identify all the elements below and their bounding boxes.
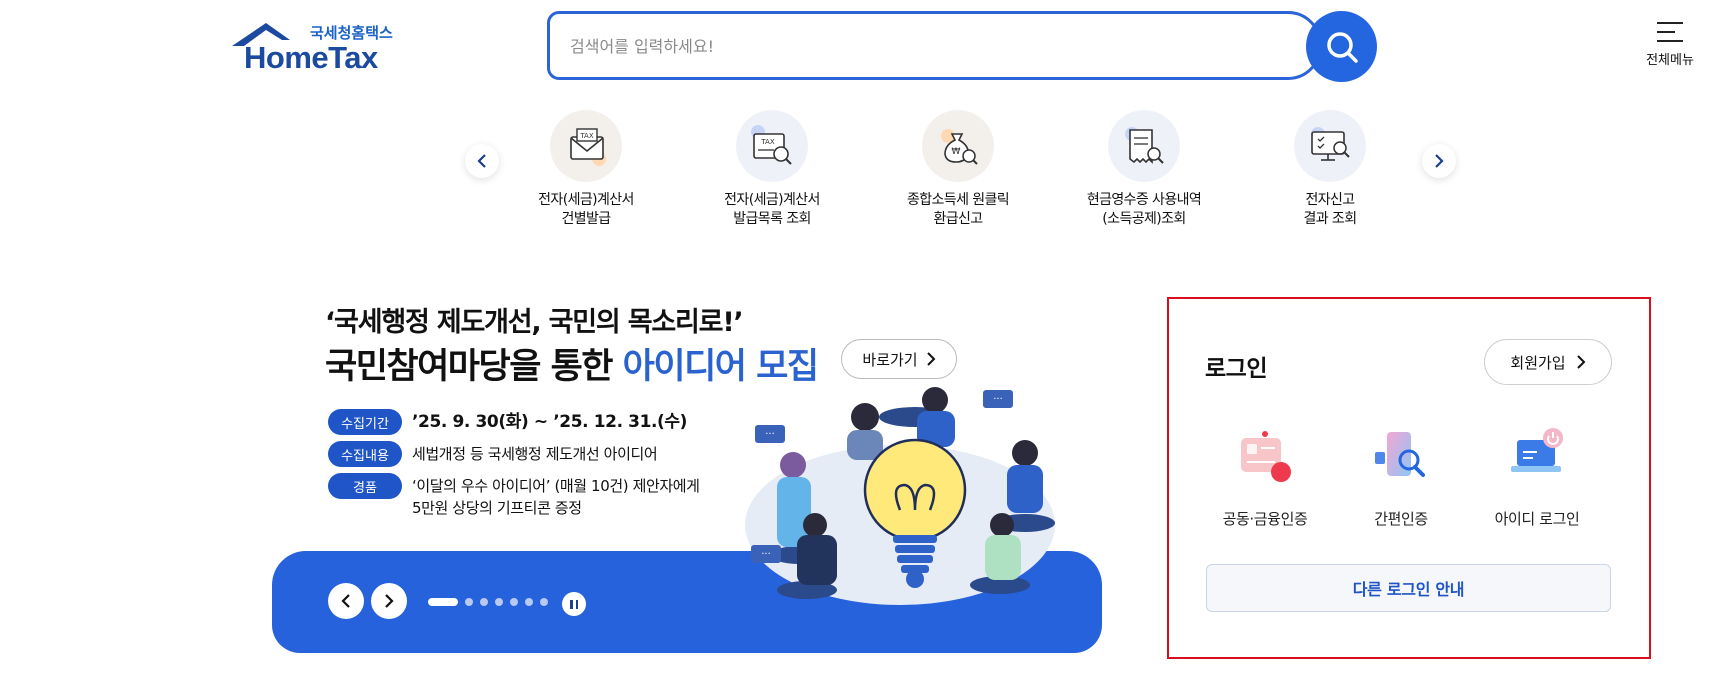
receipt-search-icon bbox=[1108, 110, 1180, 182]
login-option-label: 아이디 로그인 bbox=[1494, 510, 1580, 528]
tax-document-search-icon: TAX bbox=[736, 110, 808, 182]
logo-wordmark: HomeTax bbox=[244, 40, 378, 75]
quick-menu-label: 전자신고 결과 조회 bbox=[1303, 192, 1358, 227]
quick-menu-label: 전자(세금)계산서 발급목록 조회 bbox=[724, 192, 820, 227]
svg-text:···: ··· bbox=[765, 429, 775, 440]
info-tag: 수집기간 bbox=[328, 409, 402, 435]
login-option-label: 공동·금융인증 bbox=[1222, 510, 1308, 528]
signup-button[interactable]: 회원가입 bbox=[1484, 339, 1612, 385]
search-button[interactable] bbox=[1306, 11, 1377, 82]
chevron-right-icon bbox=[385, 594, 394, 608]
pagination-dot[interactable] bbox=[495, 598, 503, 606]
banner-next-button[interactable] bbox=[371, 583, 407, 619]
pagination-dot[interactable] bbox=[465, 598, 473, 606]
certificate-icon bbox=[1241, 431, 1291, 482]
chevron-right-icon bbox=[926, 352, 936, 366]
banner-prev-button[interactable] bbox=[328, 583, 364, 619]
pagination-dot[interactable] bbox=[525, 598, 533, 606]
svg-text:TAX: TAX bbox=[579, 132, 594, 140]
search-icon bbox=[1326, 31, 1358, 63]
tax-envelope-icon: TAX bbox=[550, 110, 622, 182]
money-bag-search-icon: ₩ bbox=[922, 110, 994, 182]
login-option-id[interactable]: 아이디 로그인 bbox=[1472, 426, 1602, 529]
login-option-simple-auth[interactable]: 간편인증 bbox=[1336, 426, 1466, 529]
quick-menu-item[interactable]: TAX 전자(세금)계산서 건별발급 bbox=[511, 110, 661, 229]
quick-menu-item[interactable]: ₩ 종합소득세 원클릭 환급신고 bbox=[883, 110, 1033, 229]
pagination-dot-active[interactable] bbox=[428, 598, 458, 606]
login-title: 로그인 bbox=[1205, 356, 1267, 382]
signup-label: 회원가입 bbox=[1510, 353, 1566, 372]
other-login-guide-button[interactable]: 다른 로그인 안내 bbox=[1206, 564, 1611, 612]
hamburger-icon bbox=[1657, 22, 1683, 42]
banner-shortcut-button[interactable]: 바로가기 bbox=[841, 339, 957, 379]
svg-text:TAX: TAX bbox=[760, 138, 775, 146]
info-tag: 수집내용 bbox=[328, 441, 402, 467]
simple-auth-icon bbox=[1375, 432, 1425, 477]
shortcut-label: 바로가기 bbox=[862, 350, 918, 369]
svg-text:₩: ₩ bbox=[952, 147, 961, 157]
info-value: ’25. 9. 30(화) ~ ’25. 12. 31.(수) bbox=[412, 412, 688, 432]
quick-menu-item[interactable]: 현금영수증 사용내역 (소득공제)조회 bbox=[1069, 110, 1219, 229]
search-input[interactable] bbox=[570, 32, 1210, 60]
info-tag: 경품 bbox=[328, 473, 402, 499]
quick-menu-label: 현금영수증 사용내역 (소득공제)조회 bbox=[1086, 192, 1202, 227]
chevron-right-icon bbox=[1576, 355, 1586, 369]
banner-pagination bbox=[428, 598, 548, 606]
pagination-dot[interactable] bbox=[540, 598, 548, 606]
chevron-right-icon bbox=[1435, 154, 1444, 168]
quick-menu-next-button[interactable] bbox=[1422, 144, 1456, 178]
banner-info-content: 수집내용 세법개정 등 국세행정 제도개선 아이디어 bbox=[328, 441, 658, 467]
svg-text:···: ··· bbox=[761, 549, 771, 560]
quick-menu-item[interactable]: 전자신고 결과 조회 bbox=[1255, 110, 1405, 229]
info-value: ‘이달의 우수 아이디어’ (매월 10건) 제안자에게 5만원 상당의 기프티… bbox=[412, 477, 700, 517]
hometax-logo[interactable]: 국세청홈택스 HomeTax bbox=[230, 20, 400, 76]
banner-info-period: 수집기간 ’25. 9. 30(화) ~ ’25. 12. 31.(수) bbox=[328, 409, 687, 435]
banner-pause-button[interactable] bbox=[562, 592, 586, 616]
login-option-label: 간편인증 bbox=[1374, 510, 1428, 528]
quick-menu-prev-button[interactable] bbox=[465, 144, 499, 178]
banner-info-prize: 경품 ‘이달의 우수 아이디어’ (매월 10건) 제안자에게 5만원 상당의 … bbox=[328, 473, 700, 517]
login-option-certificate[interactable]: 공동·금융인증 bbox=[1200, 426, 1330, 529]
pagination-dot[interactable] bbox=[510, 598, 518, 606]
quick-menu-label: 종합소득세 원클릭 환급신고 bbox=[906, 192, 1010, 227]
chevron-left-icon bbox=[341, 594, 350, 608]
banner-title-prefix: 국민참여마당을 통한 bbox=[325, 347, 623, 387]
quick-menu-item[interactable]: TAX 전자(세금)계산서 발급목록 조회 bbox=[697, 110, 847, 229]
all-menu-button[interactable]: 전체메뉴 bbox=[1630, 20, 1710, 75]
all-menu-label: 전체메뉴 bbox=[1646, 53, 1694, 68]
banner-title-line1: ‘국세행정 제도개선, 국민의 목소리로!’ bbox=[325, 307, 744, 338]
idea-people-illustration: ··· ··· ··· bbox=[745, 387, 1055, 605]
monitor-search-icon bbox=[1294, 110, 1366, 182]
pagination-dot[interactable] bbox=[480, 598, 488, 606]
search-box bbox=[547, 11, 1322, 80]
info-value: 세법개정 등 국세행정 제도개선 아이디어 bbox=[412, 445, 658, 463]
svg-text:···: ··· bbox=[993, 394, 1003, 405]
laptop-login-icon bbox=[1511, 428, 1563, 472]
quick-menu-label: 전자(세금)계산서 건별발급 bbox=[538, 192, 634, 227]
chevron-left-icon bbox=[477, 154, 486, 168]
pause-icon bbox=[570, 599, 573, 609]
